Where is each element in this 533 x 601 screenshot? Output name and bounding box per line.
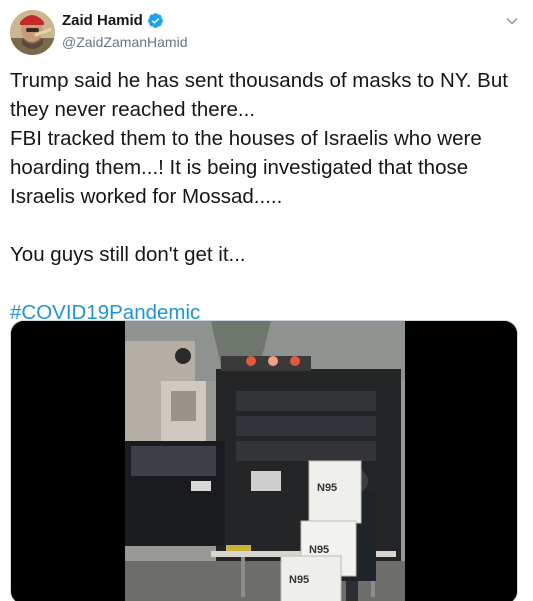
- tweet-text: Trump said he has sent thousands of mask…: [10, 66, 520, 327]
- tweet-line: FBI tracked them to the houses of Israel…: [10, 127, 482, 150]
- box-label: N95: [289, 574, 309, 586]
- tweet-line: You guys still don't get it...: [10, 243, 246, 266]
- line-break: [10, 269, 520, 298]
- video-frame: N95 N95 N95: [11, 321, 517, 601]
- box-label: N95: [309, 544, 329, 556]
- author-handle[interactable]: @ZaidZamanHamid: [62, 34, 187, 50]
- tweet-line: Israelis worked for Mossad.....: [10, 185, 283, 208]
- video-scene: N95 N95 N95: [125, 321, 405, 601]
- video-player[interactable]: N95 N95 N95: [10, 320, 518, 601]
- tweet-line: Trump said he has sent thousands of mask…: [10, 69, 508, 92]
- box-label: N95: [317, 482, 337, 494]
- avatar[interactable]: [10, 10, 55, 55]
- tweet-card: Zaid Hamid @ZaidZamanHamid Trump said he…: [0, 0, 533, 601]
- verified-badge-icon: [147, 13, 163, 28]
- tweet-line: they never reached there...: [10, 98, 256, 121]
- author-name[interactable]: Zaid Hamid: [62, 12, 143, 29]
- mask-box: N95: [308, 460, 362, 524]
- tweet-line: hoarding them...! It is being investigat…: [10, 156, 469, 179]
- line-break: [10, 211, 520, 240]
- avatar-image: [10, 10, 55, 55]
- chevron-down-icon[interactable]: [505, 14, 519, 28]
- author-name-row[interactable]: Zaid Hamid: [62, 12, 164, 29]
- mask-box: N95: [280, 555, 342, 601]
